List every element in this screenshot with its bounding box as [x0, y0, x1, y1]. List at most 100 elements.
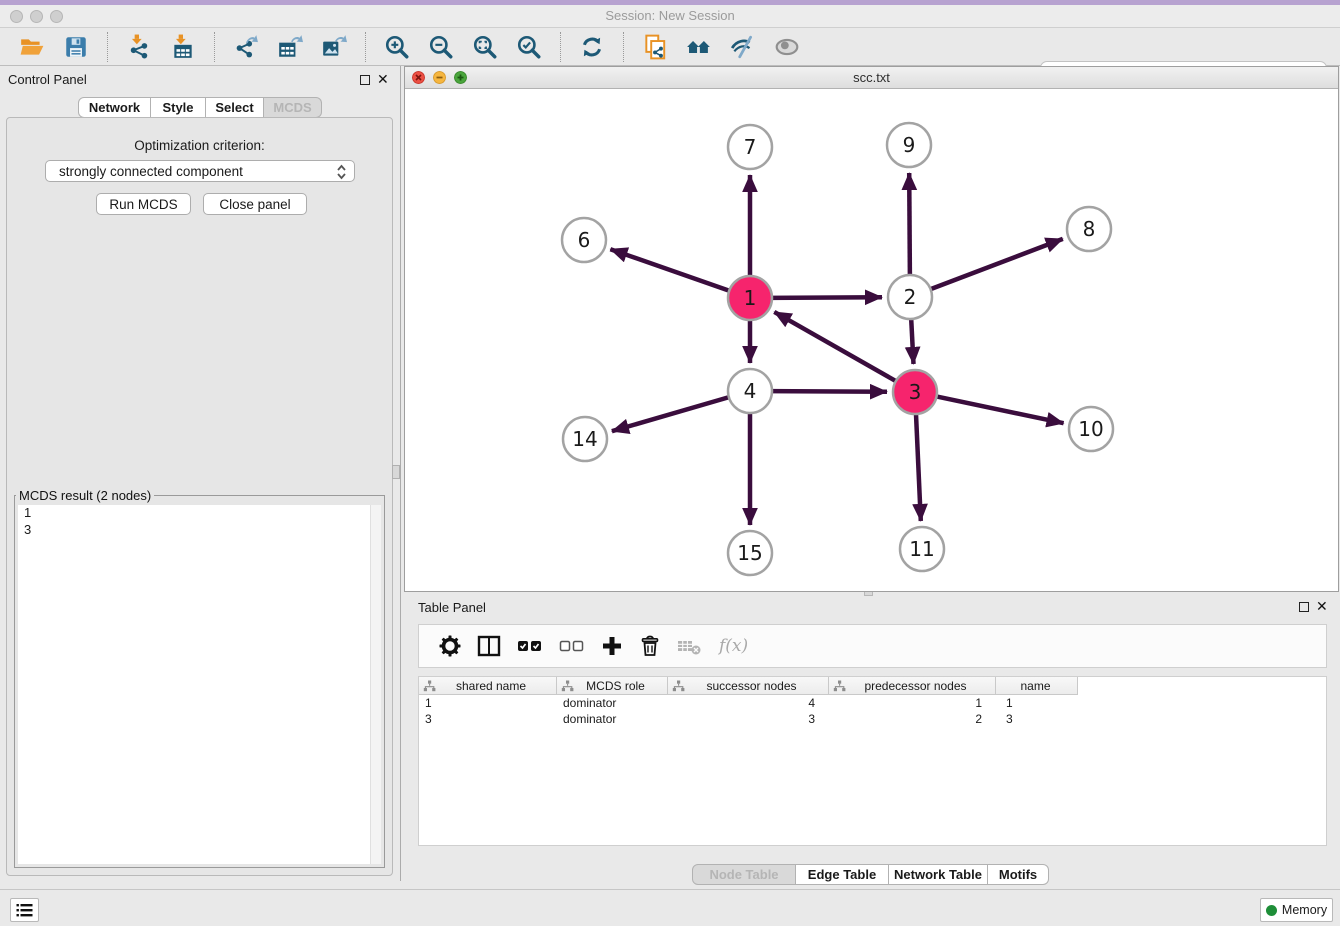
graph-edge-4-3[interactable]	[770, 391, 887, 392]
cell-shared-name[interactable]: 1	[419, 695, 557, 711]
control-panel-float-button[interactable]	[360, 75, 370, 85]
graph-node-label: 7	[744, 135, 757, 159]
import-network-icon[interactable]	[126, 34, 152, 60]
graph-edge-2-9[interactable]	[909, 173, 910, 277]
column-type-icon	[423, 680, 436, 692]
tab-mcds[interactable]: MCDS	[264, 97, 322, 118]
hide-graphics-details-icon[interactable]	[730, 34, 756, 60]
table-row[interactable]: 1 dominator 4 1 1	[419, 695, 1326, 711]
table-row[interactable]: 3 dominator 3 2 3	[419, 711, 1326, 727]
show-graphics-details-icon[interactable]	[774, 34, 800, 60]
graph-node-label: 15	[737, 541, 762, 565]
vertical-splitter[interactable]	[400, 66, 401, 881]
column-header-name[interactable]: name	[996, 677, 1078, 695]
optimization-criterion-label: Optimization criterion:	[7, 138, 392, 153]
memory-button[interactable]: Memory	[1260, 898, 1333, 922]
first-neighbors-icon[interactable]	[686, 34, 712, 60]
cell-predecessor-nodes[interactable]: 2	[829, 711, 996, 727]
function-builder-icon[interactable]: f(x)	[719, 636, 748, 656]
column-header-mcds-role[interactable]: MCDS role	[557, 677, 668, 695]
mcds-panel: Optimization criterion: strongly connect…	[6, 117, 393, 876]
graph-node-label: 2	[904, 285, 917, 309]
cell-name[interactable]: 3	[996, 711, 1078, 727]
mcds-result-line: 1	[18, 505, 381, 522]
export-network-icon[interactable]	[233, 34, 259, 60]
control-panel-close-button[interactable]: ✕	[377, 73, 389, 85]
delete-columns-trash-icon[interactable]	[639, 635, 661, 657]
refresh-layout-icon[interactable]	[579, 34, 605, 60]
graph-edge-2-3[interactable]	[911, 317, 913, 364]
graph-node-label: 14	[572, 427, 597, 451]
zoom-selected-icon[interactable]	[516, 34, 542, 60]
graph-edge-2-8[interactable]	[929, 239, 1063, 290]
main-toolbar	[0, 28, 1340, 66]
graph-node-label: 11	[909, 537, 934, 561]
criterion-select[interactable]: strongly connected component	[45, 160, 355, 182]
open-session-icon[interactable]	[19, 34, 45, 60]
status-bar: Memory	[0, 889, 1340, 926]
toolbar-separator	[107, 32, 108, 62]
graph-node-label: 1	[744, 286, 757, 310]
network-window-titlebar[interactable]: scc.txt	[405, 67, 1338, 89]
graph-edge-3-11[interactable]	[916, 412, 921, 521]
graph-node-label: 10	[1078, 417, 1103, 441]
graph-node-label: 4	[744, 379, 757, 403]
tab-edge-table[interactable]: Edge Table	[796, 864, 889, 885]
duplicate-network-icon[interactable]	[642, 34, 668, 60]
import-table-icon[interactable]	[170, 34, 196, 60]
cell-mcds-role[interactable]: dominator	[557, 711, 668, 727]
tab-select[interactable]: Select	[206, 97, 264, 118]
cell-mcds-role[interactable]: dominator	[557, 695, 668, 711]
select-all-columns-icon[interactable]	[517, 635, 543, 657]
export-image-icon[interactable]	[321, 34, 347, 60]
column-header-shared-name[interactable]: shared name	[419, 677, 557, 695]
create-new-column-icon[interactable]	[601, 635, 623, 657]
result-scrollbar[interactable]	[370, 505, 381, 864]
show-column-panel-icon[interactable]	[477, 635, 501, 657]
graph-edge-1-2[interactable]	[770, 297, 882, 298]
column-type-icon	[672, 680, 685, 692]
cell-successor-nodes[interactable]: 4	[668, 695, 829, 711]
column-type-icon	[833, 680, 846, 692]
tab-network[interactable]: Network	[78, 97, 151, 118]
tab-motifs[interactable]: Motifs	[988, 864, 1049, 885]
table-panel-float-button[interactable]	[1299, 602, 1309, 612]
network-graph[interactable]: 1234678910111415	[405, 89, 1338, 591]
vertical-splitter-handle[interactable]	[392, 465, 400, 479]
graph-edge-1-6[interactable]	[610, 249, 731, 291]
cell-shared-name[interactable]: 3	[419, 711, 557, 727]
tab-style[interactable]: Style	[151, 97, 206, 118]
table-panel-tab-bar: Node Table Edge Table Network Table Moti…	[692, 864, 1049, 885]
column-header-successor-nodes[interactable]: successor nodes	[668, 677, 829, 695]
graph-node-label: 9	[903, 133, 916, 157]
node-table: shared name MCDS role successor nodes pr…	[418, 676, 1327, 846]
table-panel-close-button[interactable]: ✕	[1316, 600, 1328, 612]
zoom-in-icon[interactable]	[384, 34, 410, 60]
graph-edge-3-10[interactable]	[935, 396, 1064, 423]
close-panel-button[interactable]: Close panel	[203, 193, 307, 215]
table-settings-gear-icon[interactable]	[439, 635, 461, 657]
window-top-accent	[0, 0, 1340, 5]
zoom-out-icon[interactable]	[428, 34, 454, 60]
cell-name[interactable]: 1	[996, 695, 1078, 711]
tab-network-table[interactable]: Network Table	[889, 864, 988, 885]
delete-table-icon[interactable]	[677, 635, 703, 657]
list-icon	[16, 903, 33, 918]
graph-edge-3-1[interactable]	[774, 312, 897, 382]
titlebar: Session: New Session	[0, 0, 1340, 28]
mcds-result-textarea[interactable]: 1 3	[18, 505, 381, 864]
table-panel-title: Table Panel	[418, 600, 486, 615]
toolbar-separator	[214, 32, 215, 62]
graph-node-label: 3	[909, 380, 922, 404]
column-header-predecessor-nodes[interactable]: predecessor nodes	[829, 677, 996, 695]
unselect-all-columns-icon[interactable]	[559, 635, 585, 657]
task-history-button[interactable]	[10, 898, 39, 922]
graph-edge-4-14[interactable]	[612, 397, 731, 432]
cell-predecessor-nodes[interactable]: 1	[829, 695, 996, 711]
export-table-icon[interactable]	[277, 34, 303, 60]
zoom-fit-icon[interactable]	[472, 34, 498, 60]
run-mcds-button[interactable]: Run MCDS	[96, 193, 191, 215]
tab-node-table[interactable]: Node Table	[692, 864, 796, 885]
save-session-icon[interactable]	[63, 34, 89, 60]
cell-successor-nodes[interactable]: 3	[668, 711, 829, 727]
